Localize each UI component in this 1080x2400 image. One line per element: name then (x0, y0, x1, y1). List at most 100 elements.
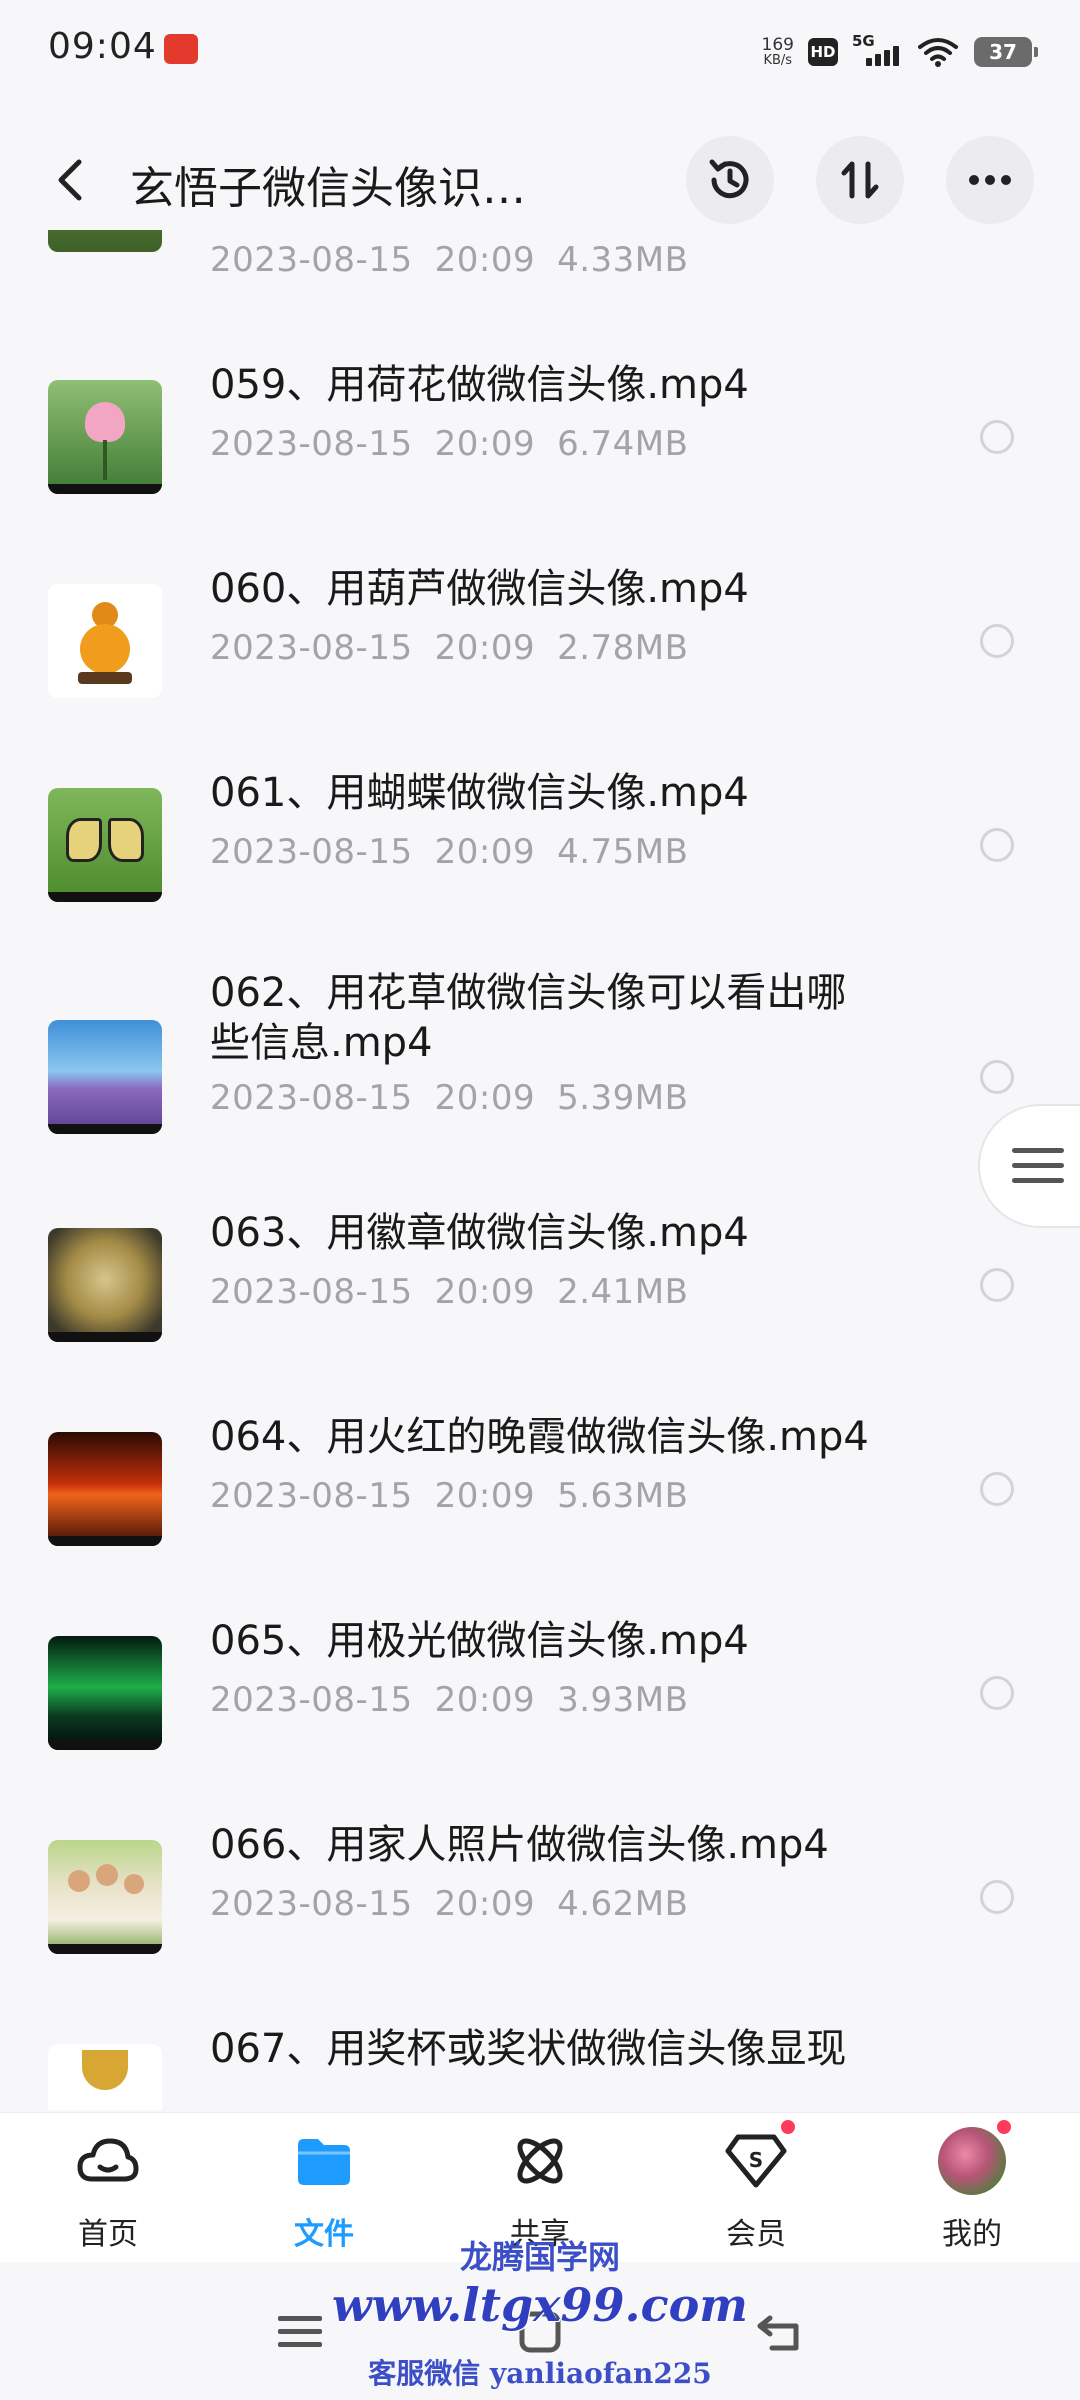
sort-button[interactable] (816, 136, 904, 224)
file-thumbnail (48, 584, 162, 698)
share-atom-icon (506, 2127, 574, 2195)
more-icon (969, 175, 1011, 185)
network-type: 5G (852, 32, 875, 50)
file-date: 2023-08-15 (210, 424, 413, 464)
file-name: 060、用葫芦做微信头像.mp4 (210, 566, 749, 612)
status-bar: 09:04 169 KB/s HD 5G 37 (0, 0, 1080, 100)
file-time: 20:09 (434, 424, 536, 464)
file-item[interactable]: 062、用花草做微信头像可以看出哪 些信息.mp4 2023-08-15 20:0… (0, 970, 1080, 1220)
file-item[interactable]: 064、用火红的晚霞做微信头像.mp4 2023-08-15 20:09 5.63M… (0, 1414, 1080, 1636)
select-radio[interactable] (980, 1676, 1014, 1710)
network-speed: 169 KB/s (761, 35, 794, 68)
sort-icon (841, 161, 879, 199)
vip-diamond-icon: S (722, 2117, 798, 2195)
file-name: 066、用家人照片做微信头像.mp4 (210, 1822, 829, 1868)
file-thumbnail (48, 230, 162, 252)
file-item[interactable]: 066、用家人照片做微信头像.mp4 2023-08-15 20:09 4.62MB (0, 1822, 1080, 2044)
file-thumbnail (48, 1020, 162, 1134)
file-meta: 2023-08-15 20:09 2.41MB (210, 1272, 688, 1312)
file-size: 2.41MB (557, 1272, 689, 1312)
history-button[interactable] (686, 136, 774, 224)
file-name: 067、用奖杯或奖状做微信头像显现 (210, 2026, 847, 2072)
file-item[interactable]: 060、用葫芦做微信头像.mp4 2023-08-15 20:09 2.78MB (0, 566, 1080, 788)
watermark-contact: 客服微信 yanliaofan225 (368, 2357, 712, 2390)
file-time: 20:09 (434, 628, 536, 668)
screen: 09:04 169 KB/s HD 5G 37 玄悟子微信头像识… 2023-0… (0, 0, 1080, 2400)
header: 玄悟子微信头像识… (0, 130, 1080, 230)
file-size: 4.75MB (557, 832, 689, 872)
file-meta: 2023-08-15 20:09 2.78MB (210, 628, 688, 668)
back-icon (58, 159, 82, 201)
more-button[interactable] (946, 136, 1034, 224)
file-name: 065、用极光做微信头像.mp4 (210, 1618, 749, 1664)
file-meta: 2023-08-15 20:09 4.33MB (210, 240, 688, 280)
file-meta: 2023-08-15 20:09 5.39MB (210, 1078, 688, 1118)
file-thumbnail (48, 2044, 162, 2110)
watermark-site-name: 龙腾国学网 (459, 2238, 620, 2276)
file-item[interactable]: 059、用荷花做微信头像.mp4 2023-08-15 20:09 6.74MB (0, 362, 1080, 584)
file-name-line: 062、用花草做微信头像可以看出哪 (210, 970, 847, 1016)
file-thumbnail (48, 1432, 162, 1546)
file-meta: 2023-08-15 20:09 4.75MB (210, 832, 688, 872)
file-item[interactable]: 063、用徽章做微信头像.mp4 2023-08-15 20:09 2.41MB (0, 1210, 1080, 1432)
select-radio[interactable] (980, 828, 1014, 862)
status-icons: 169 KB/s HD 5G 37 (761, 30, 1038, 74)
file-time: 20:09 (434, 1884, 536, 1924)
file-size: 3.93MB (557, 1680, 689, 1720)
select-radio[interactable] (980, 420, 1014, 454)
file-time: 20:09 (434, 832, 536, 872)
select-radio[interactable] (980, 624, 1014, 658)
file-thumbnail (48, 788, 162, 902)
file-item[interactable]: 061、用蝴蝶做微信头像.mp4 2023-08-15 20:09 4.75MB (0, 770, 1080, 992)
file-date: 2023-08-15 (210, 1476, 413, 1516)
file-size: 5.63MB (557, 1476, 689, 1516)
hd-icon: HD (808, 38, 838, 66)
file-meta: 2023-08-15 20:09 5.63MB (210, 1476, 688, 1516)
file-meta: 2023-08-15 20:09 3.93MB (210, 1680, 688, 1720)
folder-icon (290, 2127, 358, 2195)
file-size: 4.62MB (557, 1884, 689, 1924)
select-radio[interactable] (980, 1472, 1014, 1506)
file-name: 064、用火红的晚霞做微信头像.mp4 (210, 1414, 869, 1460)
status-time: 09:04 (48, 26, 157, 67)
cellular-signal-icon: 5G (852, 32, 902, 68)
notification-app-icon (164, 34, 198, 64)
file-size: 5.39MB (557, 1078, 689, 1118)
file-item[interactable]: 2023-08-15 20:09 4.33MB (0, 230, 1080, 314)
file-size: 2.78MB (557, 628, 689, 668)
file-item[interactable]: 065、用极光做微信头像.mp4 2023-08-15 20:09 3.93MB (0, 1618, 1080, 1840)
watermark-url: www.ltgx99.com (332, 2278, 748, 2332)
select-radio[interactable] (980, 1060, 1014, 1094)
file-size: 6.74MB (557, 424, 689, 464)
file-date: 2023-08-15 (210, 628, 413, 668)
network-speed-value: 169 (761, 35, 794, 55)
file-date: 2023-08-15 (210, 1884, 413, 1924)
battery-icon: 37 (974, 37, 1038, 67)
file-thumbnail (48, 380, 162, 494)
wifi-icon (918, 38, 958, 67)
back-button[interactable] (40, 150, 100, 210)
notification-badge (778, 2117, 798, 2137)
file-date: 2023-08-15 (210, 1272, 413, 1312)
cloud-home-icon (74, 2127, 142, 2195)
select-radio[interactable] (980, 1268, 1014, 1302)
file-date: 2023-08-15 (210, 240, 413, 280)
notification-badge (994, 2117, 1014, 2137)
file-time: 20:09 (434, 1476, 536, 1516)
network-speed-unit: KB/s (763, 53, 793, 68)
file-thumbnail (48, 1636, 162, 1750)
file-thumbnail (48, 1840, 162, 1954)
page-title: 玄悟子微信头像识… (130, 163, 526, 214)
file-thumbnail (48, 1228, 162, 1342)
file-time: 20:09 (434, 1272, 536, 1312)
file-time: 20:09 (434, 1680, 536, 1720)
svg-text:S: S (749, 2148, 763, 2172)
file-time: 20:09 (434, 240, 536, 280)
select-radio[interactable] (980, 1880, 1014, 1914)
file-name: 059、用荷花做微信头像.mp4 (210, 362, 749, 408)
file-item[interactable]: 067、用奖杯或奖状做微信头像显现 (0, 2026, 1080, 2110)
file-name: 061、用蝴蝶做微信头像.mp4 (210, 770, 749, 816)
file-date: 2023-08-15 (210, 832, 413, 872)
file-meta: 2023-08-15 20:09 4.62MB (210, 1884, 688, 1924)
file-time: 20:09 (434, 1078, 536, 1118)
